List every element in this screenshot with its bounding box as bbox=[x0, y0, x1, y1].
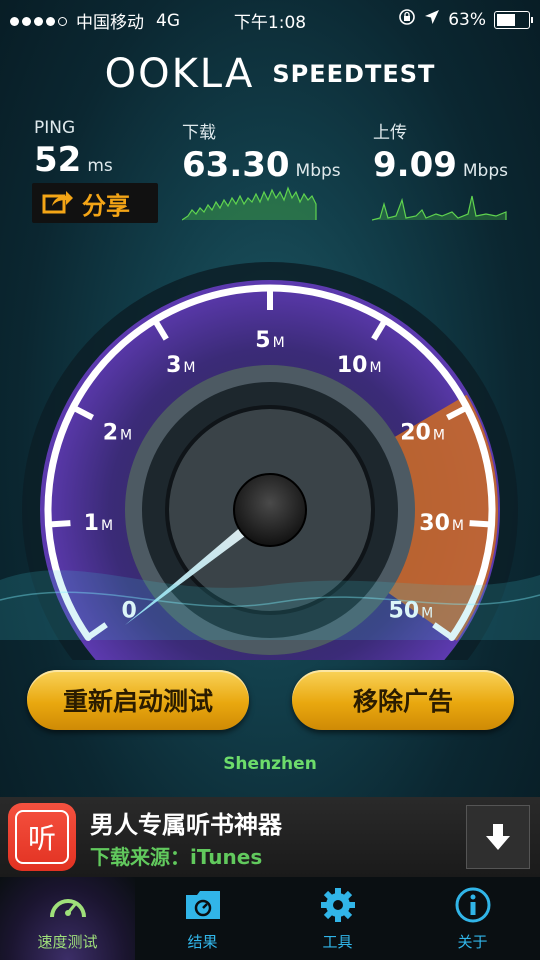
upload-sparkline bbox=[372, 195, 507, 221]
ad-app-icon-glyph: 听 bbox=[15, 810, 69, 864]
speed-gauge: 01 M2 M3 M5 M10 M20 M30 M50 M bbox=[0, 262, 540, 660]
tab-label: 工具 bbox=[322, 933, 353, 951]
ping-value: 52 bbox=[34, 140, 82, 180]
battery-icon bbox=[494, 10, 533, 29]
download-result: 下载 63.30 Mbps bbox=[182, 118, 341, 185]
download-label: 下载 bbox=[182, 123, 216, 143]
upload-value: 9.09 bbox=[373, 145, 457, 185]
share-label: 分享 bbox=[82, 191, 130, 220]
download-unit: Mbps bbox=[295, 161, 341, 181]
ookla-logo: OOKLA bbox=[104, 51, 255, 97]
share-button[interactable]: 分享 bbox=[32, 183, 158, 223]
server-location: Shenzhen bbox=[223, 754, 317, 774]
tab-speed-test[interactable]: 速度测试 bbox=[0, 877, 135, 960]
upload-unit: Mbps bbox=[462, 161, 508, 181]
ad-app-icon: 听 bbox=[8, 803, 76, 871]
status-right: 63% bbox=[398, 8, 533, 31]
download-value: 63.30 bbox=[182, 145, 290, 185]
remove-ads-button[interactable]: 移除广告 bbox=[292, 670, 514, 730]
share-arrow-icon bbox=[42, 188, 74, 218]
ad-download-button[interactable] bbox=[466, 805, 530, 869]
ad-title: 男人专属听书神器 bbox=[90, 811, 282, 839]
results-folder-icon bbox=[183, 885, 223, 925]
tab-results[interactable]: 结果 bbox=[135, 877, 270, 960]
tab-label: 关于 bbox=[457, 933, 488, 951]
ad-banner[interactable]: 听 男人专属听书神器 下载来源：iTunes bbox=[0, 797, 540, 877]
info-icon bbox=[454, 885, 492, 925]
download-sparkline bbox=[182, 186, 317, 221]
tab-label: 结果 bbox=[187, 933, 218, 951]
speedometer-icon bbox=[48, 885, 88, 925]
tab-label: 速度测试 bbox=[37, 933, 98, 951]
ad-source: 下载来源：iTunes bbox=[90, 845, 263, 869]
ping-label: PING bbox=[34, 118, 76, 138]
ping-result: PING 52 ms bbox=[34, 118, 113, 180]
app-logo: OOKLA SPEEDTEST bbox=[0, 44, 540, 104]
battery-percent: 63% bbox=[448, 9, 486, 30]
gauge-tick-mark bbox=[469, 520, 492, 528]
upload-label: 上传 bbox=[373, 123, 407, 143]
ping-unit: ms bbox=[87, 156, 113, 176]
status-bar: 中国移动 4G 下午1:08 63% bbox=[0, 0, 540, 36]
download-arrow-icon bbox=[486, 824, 510, 850]
gauge-hub bbox=[233, 473, 307, 547]
gauge-tick-mark bbox=[48, 520, 71, 528]
tab-about[interactable]: 关于 bbox=[405, 877, 540, 960]
tab-bar: 速度测试 结果 工具 关于 bbox=[0, 877, 540, 960]
location-arrow-icon bbox=[424, 9, 440, 30]
tab-tools[interactable]: 工具 bbox=[270, 877, 405, 960]
rotation-lock-icon bbox=[398, 8, 416, 31]
upload-result: 上传 9.09 Mbps bbox=[373, 118, 508, 185]
restart-test-button[interactable]: 重新启动测试 bbox=[27, 670, 249, 730]
gear-icon bbox=[319, 885, 357, 925]
speedtest-wordmark: SPEEDTEST bbox=[272, 60, 436, 88]
